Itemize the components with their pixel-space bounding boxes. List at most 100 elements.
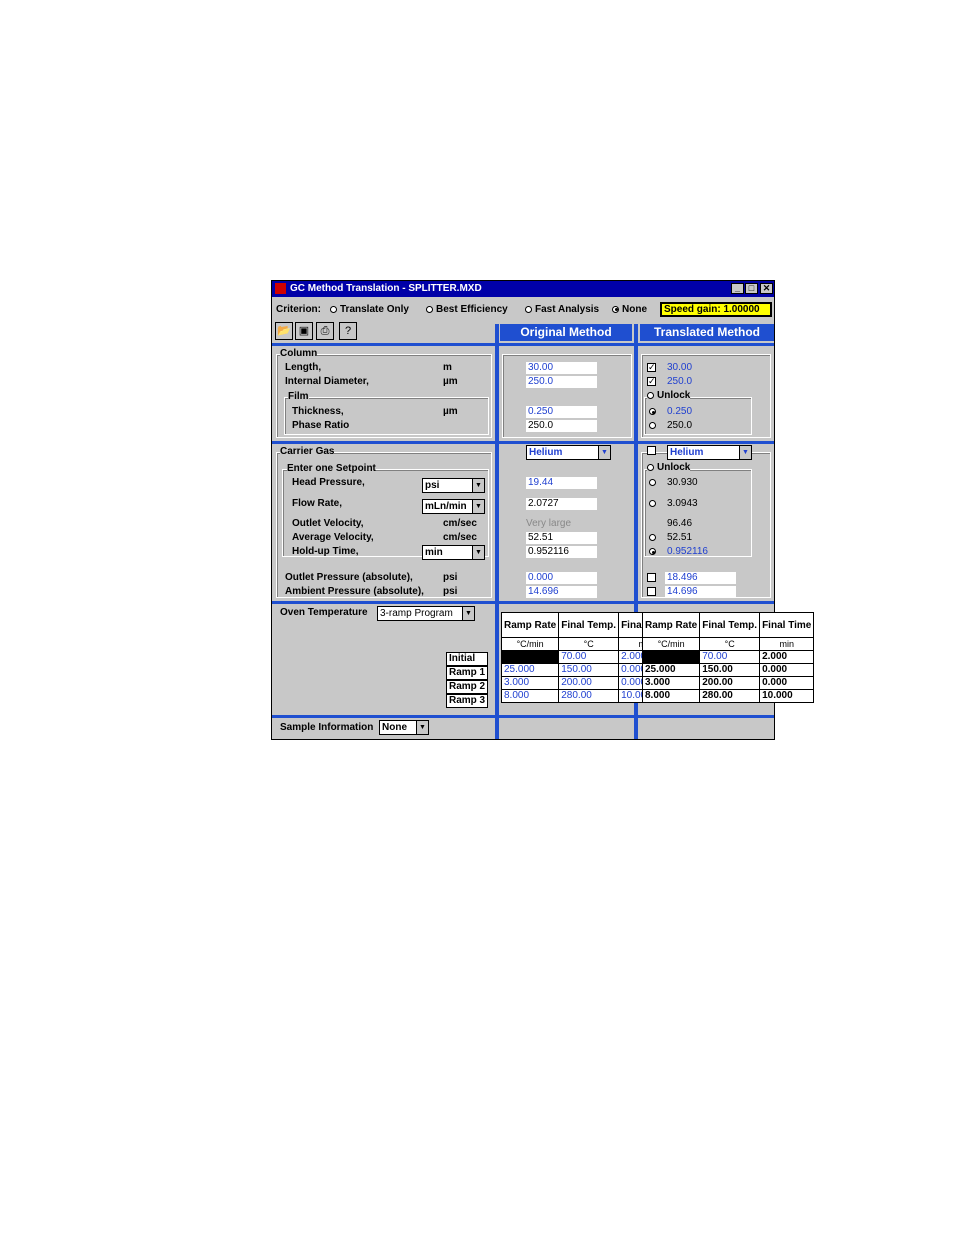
title-bar[interactable]: GC Method Translation - SPLITTER.MXD _ □… [272, 281, 774, 297]
criterion-option-label: None [622, 304, 647, 315]
criterion-translate-only[interactable]: Translate Only [330, 304, 409, 315]
ambient-pressure-checkbox[interactable] [647, 587, 656, 596]
window-title: GC Method Translation - SPLITTER.MXD [290, 283, 482, 294]
trans-oven-table: Ramp Rate Final Temp. Final Time °C/min … [641, 612, 815, 703]
save-button[interactable]: ▣ [295, 322, 313, 340]
criterion-label: Criterion: [276, 304, 321, 315]
dropdown-value: Helium [529, 447, 563, 458]
row-label-initial: Initial [446, 652, 488, 666]
open-icon: 📂 [277, 325, 291, 337]
carrier-unlock-radio[interactable]: Unlock [647, 462, 691, 474]
thickness-unit: µm [443, 406, 458, 417]
sample-dropdown[interactable]: None ▼ [379, 720, 429, 735]
setpoint-trans-group [644, 469, 752, 557]
orig-gas-dropdown[interactable]: Helium ▼ [526, 445, 611, 460]
column-header: Final Time [759, 612, 815, 638]
table-header-row: Ramp Rate Final Temp. Final Time [641, 612, 815, 638]
criterion-best-efficiency[interactable]: Best Efficiency [426, 304, 508, 315]
separator-line [272, 715, 774, 718]
oven-program-dropdown[interactable]: 3-ramp Program ▼ [377, 606, 475, 621]
close-button[interactable]: ✕ [760, 283, 773, 294]
original-method-header: Original Method [500, 324, 632, 341]
orig-flow-rate-field[interactable]: 2.0727 [526, 498, 597, 510]
flow-rate-radio[interactable] [649, 500, 656, 507]
length-lock-checkbox[interactable]: ✓ [647, 363, 656, 372]
table-cell-disabled [641, 650, 701, 664]
thickness-radio[interactable] [649, 408, 656, 415]
open-button[interactable]: 📂 [275, 322, 293, 340]
criterion-option-label: Fast Analysis [535, 304, 600, 315]
orig-length-field[interactable]: 30.00 [526, 362, 597, 374]
head-pressure-unit-dropdown[interactable]: psi ▼ [422, 478, 485, 493]
orig-phase-ratio-field[interactable]: 250.0 [526, 420, 597, 432]
trans-ambient-pressure-field[interactable]: 14.696 [665, 586, 736, 598]
film-trans-group [644, 397, 752, 435]
help-icon: ? [344, 325, 352, 337]
outlet-pressure-checkbox[interactable] [647, 573, 656, 582]
head-pressure-radio[interactable] [649, 479, 656, 486]
table-cell: 280.00 [699, 689, 761, 703]
orig-outlet-pressure-field[interactable]: 0.000 [526, 572, 597, 584]
film-unlock-radio[interactable]: Unlock [647, 390, 691, 402]
diameter-lock-checkbox[interactable]: ✓ [647, 377, 656, 386]
help-button[interactable]: ? [339, 322, 357, 340]
setpoint-title: Enter one Setpoint [287, 463, 376, 475]
row-label-ramp1: Ramp 1 [446, 666, 488, 680]
trans-phase-ratio-value: 250.0 [667, 420, 693, 431]
column-unit: °C [699, 637, 761, 651]
outlet-pressure-label: Outlet Pressure (absolute), [285, 572, 413, 583]
table-cell: 200.00 [699, 676, 761, 690]
orig-thickness-field[interactable]: 0.250 [526, 406, 597, 418]
holdup-radio[interactable] [649, 548, 656, 555]
unlock-label: Unlock [657, 390, 691, 401]
table-row: 70.00 2.000 [641, 650, 815, 664]
holdup-label: Hold-up Time, [292, 546, 359, 557]
table-cell[interactable]: 8.000 [500, 689, 560, 703]
chevron-down-icon: ▼ [416, 721, 428, 734]
table-units-row: °C/min °C min [641, 637, 815, 651]
row-label-ramp2: Ramp 2 [446, 680, 488, 694]
phase-ratio-radio[interactable] [649, 422, 656, 429]
dropdown-value: psi [425, 480, 440, 491]
column-unit: °C/min [641, 637, 701, 651]
table-cell[interactable]: 3.000 [500, 676, 560, 690]
outlet-velocity-label: Outlet Velocity, [292, 518, 364, 529]
translated-method-header: Translated Method [640, 324, 774, 341]
criterion-fast-analysis[interactable]: Fast Analysis [525, 304, 599, 315]
thickness-label: Thickness, [292, 406, 344, 417]
column-header: Final Temp. [558, 612, 620, 638]
table-cell: 10.000 [759, 689, 815, 703]
gas-lock-checkbox[interactable] [647, 446, 656, 455]
table-cell[interactable]: 70.00 [558, 650, 620, 664]
orig-holdup-field[interactable]: 0.952116 [526, 546, 597, 558]
orig-ambient-pressure-field[interactable]: 14.696 [526, 586, 597, 598]
trans-head-pressure-value: 30.930 [667, 477, 698, 488]
table-cell[interactable]: 280.00 [558, 689, 620, 703]
criterion-none[interactable]: None [612, 304, 647, 315]
print-button[interactable]: ⎙ [316, 322, 334, 340]
holdup-unit-dropdown[interactable]: min ▼ [422, 545, 485, 560]
maximize-button[interactable]: □ [745, 283, 758, 294]
orig-diameter-field[interactable]: 250.0 [526, 376, 597, 388]
table-cell: 8.000 [641, 689, 701, 703]
table-cell[interactable]: 25.000 [500, 663, 560, 677]
app-window: GC Method Translation - SPLITTER.MXD _ □… [271, 280, 815, 740]
trans-outlet-pressure-field[interactable]: 18.496 [665, 572, 736, 584]
column-header: Ramp Rate [641, 612, 701, 638]
sample-title: Sample Information [280, 722, 374, 733]
column-unit: min [759, 637, 815, 651]
table-cell[interactable]: 200.00 [558, 676, 620, 690]
table-cell[interactable]: 150.00 [558, 663, 620, 677]
minimize-button[interactable]: _ [731, 283, 744, 294]
chevron-down-icon: ▼ [598, 446, 610, 459]
orig-head-pressure-field[interactable]: 19.44 [526, 477, 597, 489]
flow-rate-unit-dropdown[interactable]: mLn/min ▼ [422, 499, 485, 514]
table-row: 25.000 150.00 0.000 [641, 663, 815, 677]
trans-gas-dropdown[interactable]: Helium ▼ [667, 445, 752, 460]
chevron-down-icon: ▼ [472, 500, 484, 513]
avg-velocity-radio[interactable] [649, 534, 656, 541]
orig-avg-velocity-field[interactable]: 52.51 [526, 532, 597, 544]
chevron-down-icon: ▼ [472, 479, 484, 492]
orig-outlet-velocity-value: Very large [526, 518, 572, 529]
table-cell: 150.00 [699, 663, 761, 677]
